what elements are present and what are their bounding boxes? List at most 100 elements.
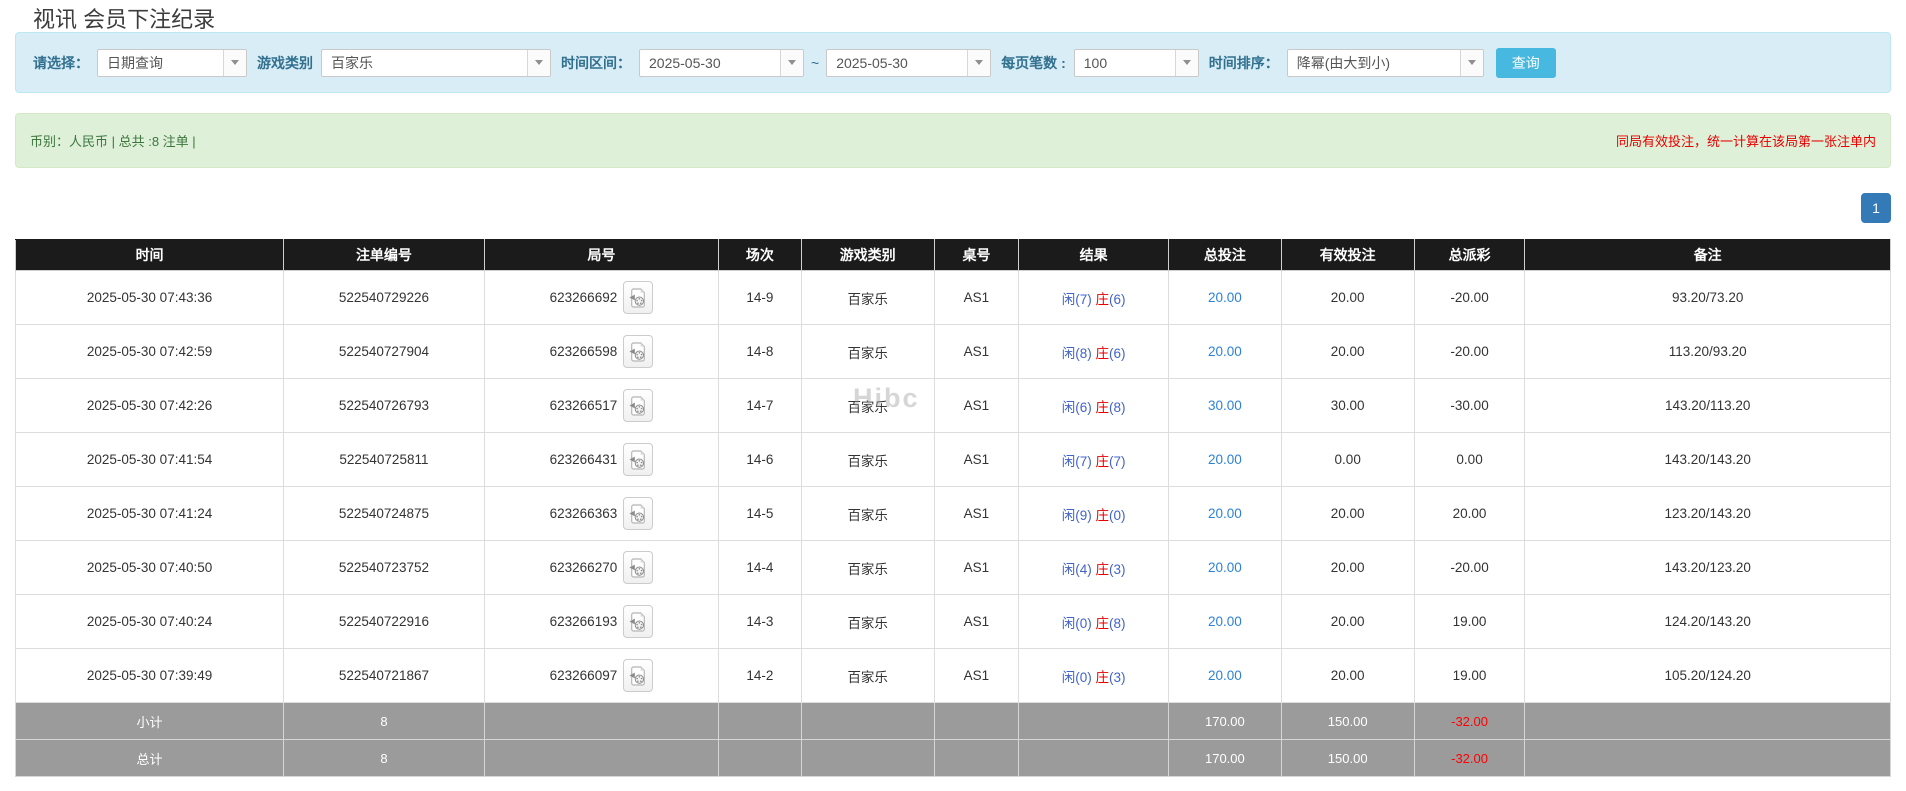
footer-empty-cell bbox=[800, 739, 935, 777]
chevron-down-icon[interactable] bbox=[780, 49, 803, 76]
cell-time: 2025-05-30 07:40:50 bbox=[14, 540, 285, 595]
video-replay-button[interactable] bbox=[623, 389, 654, 422]
result-banker-points: (6) bbox=[1109, 291, 1126, 307]
header-round_id: 局号 bbox=[483, 239, 720, 271]
round-id-value: 623266270 bbox=[549, 560, 618, 575]
header-payout: 总派彩 bbox=[1413, 239, 1526, 271]
footer-empty-cell bbox=[483, 739, 720, 777]
date-from-picker[interactable]: 2025-05-30 bbox=[639, 48, 804, 77]
cell-round_id: 623266431 bbox=[483, 432, 720, 487]
video-replay-button[interactable] bbox=[623, 497, 654, 530]
cell-session: 14-8 bbox=[718, 324, 802, 379]
cell-payout: -20.00 bbox=[1413, 540, 1526, 595]
date-to-picker[interactable]: 2025-05-30 bbox=[826, 48, 992, 77]
video-replay-button[interactable] bbox=[623, 281, 654, 314]
cell-session: 14-2 bbox=[718, 648, 802, 703]
video-replay-button[interactable] bbox=[623, 335, 654, 368]
video-file-icon bbox=[629, 665, 646, 686]
cell-bet_id: 522540723752 bbox=[283, 540, 485, 595]
currency-summary-text: 币别：人民币 | 总共 :8 注单 | bbox=[30, 134, 196, 149]
footer-empty-cell bbox=[1018, 702, 1170, 740]
cell-session: 14-3 bbox=[718, 594, 802, 649]
total-bet-link[interactable]: 20.00 bbox=[1208, 668, 1242, 683]
cell-bet_id: 522540729226 bbox=[283, 270, 485, 325]
table-row: 2025-05-30 07:41:54 522540725811 623266431… bbox=[14, 432, 1891, 487]
cell-remark: 143.20/113.20 bbox=[1524, 378, 1891, 433]
cell-total_bet: 20.00 bbox=[1168, 594, 1282, 649]
round-id-value: 623266517 bbox=[549, 398, 618, 413]
game-type-select[interactable]: 百家乐 bbox=[321, 48, 551, 77]
cell-table_no: AS1 bbox=[933, 324, 1020, 379]
video-replay-button[interactable] bbox=[623, 443, 654, 476]
cell-table_no: AS1 bbox=[933, 594, 1020, 649]
cell-result: 闲(0) 庄(3) bbox=[1018, 648, 1170, 703]
footer-empty-cell bbox=[933, 739, 1020, 777]
cell-result: 闲(4) 庄(3) bbox=[1018, 540, 1170, 595]
table-row: 2025-05-30 07:43:36 522540729226 623266692… bbox=[14, 270, 1891, 325]
total-bet-link[interactable]: 20.00 bbox=[1208, 290, 1242, 305]
table-row: 2025-05-30 07:40:24 522540722916 623266193… bbox=[14, 594, 1891, 649]
cell-game_type: 百家乐 bbox=[800, 540, 935, 595]
grand-total-row: 总计 8 170.00 150.00 -32.00 bbox=[14, 739, 1891, 777]
video-replay-button[interactable] bbox=[623, 659, 654, 692]
query-type-select[interactable]: 日期查询 bbox=[97, 48, 247, 77]
chevron-down-icon[interactable] bbox=[967, 49, 991, 76]
footer-empty-cell bbox=[933, 702, 1020, 740]
cell-table_no: AS1 bbox=[933, 486, 1020, 541]
cell-result: 闲(7) 庄(7) bbox=[1018, 432, 1170, 487]
page-1-button[interactable]: 1 bbox=[1861, 193, 1891, 223]
query-button[interactable]: 查询 bbox=[1495, 47, 1556, 78]
date-to-value: 2025-05-30 bbox=[836, 54, 908, 71]
cell-result: 闲(9) 庄(0) bbox=[1018, 486, 1170, 541]
footer-empty-cell bbox=[800, 702, 935, 740]
result-banker-points: (8) bbox=[1109, 399, 1126, 415]
chevron-down-icon[interactable] bbox=[527, 49, 550, 76]
cell-total_bet: 20.00 bbox=[1168, 648, 1282, 703]
pagination: 1 bbox=[1861, 193, 1891, 223]
cell-table_no: AS1 bbox=[933, 648, 1020, 703]
game-type-value: 百家乐 bbox=[331, 54, 373, 71]
table-row: 2025-05-30 07:41:24 522540724875 623266363… bbox=[14, 486, 1891, 541]
cell-valid_bet: 20.00 bbox=[1280, 540, 1415, 595]
cell-time: 2025-05-30 07:43:36 bbox=[14, 270, 285, 325]
footer-empty-cell bbox=[1524, 739, 1891, 777]
result-banker: 庄 bbox=[1095, 561, 1110, 577]
cell-result: 闲(8) 庄(6) bbox=[1018, 324, 1170, 379]
video-replay-button[interactable] bbox=[623, 551, 654, 584]
result-banker: 庄 bbox=[1095, 399, 1110, 415]
sort-order-label: 时间排序： bbox=[1208, 54, 1279, 71]
total-bet-link[interactable]: 20.00 bbox=[1208, 344, 1242, 359]
sort-order-select[interactable]: 降幂(由大到小) bbox=[1286, 48, 1484, 77]
cell-time: 2025-05-30 07:41:24 bbox=[14, 486, 285, 541]
total-bet-link[interactable]: 30.00 bbox=[1208, 398, 1242, 413]
total-bet-link[interactable]: 20.00 bbox=[1208, 506, 1242, 521]
footer-valid-bet: 150.00 bbox=[1280, 702, 1415, 740]
cell-remark: 143.20/143.20 bbox=[1524, 432, 1891, 487]
video-replay-button[interactable] bbox=[623, 605, 654, 638]
round-id-value: 623266193 bbox=[549, 614, 618, 629]
table-header: 时间 注单编号 局号 场次 游戏类别 桌号 结果 总投注 有效投注 总派彩 备注 bbox=[14, 239, 1891, 271]
cell-table_no: AS1 bbox=[933, 432, 1020, 487]
cell-valid_bet: 0.00 bbox=[1280, 432, 1415, 487]
footer-valid-bet: 150.00 bbox=[1280, 739, 1415, 777]
chevron-down-icon[interactable] bbox=[1174, 49, 1198, 76]
cell-payout: -30.00 bbox=[1413, 378, 1526, 433]
cell-game_type: 百家乐 bbox=[800, 270, 935, 325]
page-size-select[interactable]: 100 bbox=[1073, 48, 1199, 77]
result-player: 闲(8) bbox=[1061, 345, 1092, 361]
cell-total_bet: 20.00 bbox=[1168, 324, 1282, 379]
cell-round_id: 623266270 bbox=[483, 540, 720, 595]
header-result: 结果 bbox=[1018, 239, 1170, 271]
cell-valid_bet: 20.00 bbox=[1280, 270, 1415, 325]
chevron-down-icon[interactable] bbox=[1459, 49, 1483, 76]
footer-total-bet: 170.00 bbox=[1168, 739, 1282, 777]
chevron-down-icon[interactable] bbox=[223, 49, 246, 76]
result-banker-points: (3) bbox=[1109, 669, 1126, 685]
total-bet-link[interactable]: 20.00 bbox=[1208, 560, 1242, 575]
cell-bet_id: 522540724875 bbox=[283, 486, 485, 541]
total-bet-link[interactable]: 20.00 bbox=[1208, 452, 1242, 467]
cell-table_no: AS1 bbox=[933, 540, 1020, 595]
total-bet-link[interactable]: 20.00 bbox=[1208, 614, 1242, 629]
result-player: 闲(7) bbox=[1061, 291, 1092, 307]
range-separator: ~ bbox=[811, 54, 820, 71]
